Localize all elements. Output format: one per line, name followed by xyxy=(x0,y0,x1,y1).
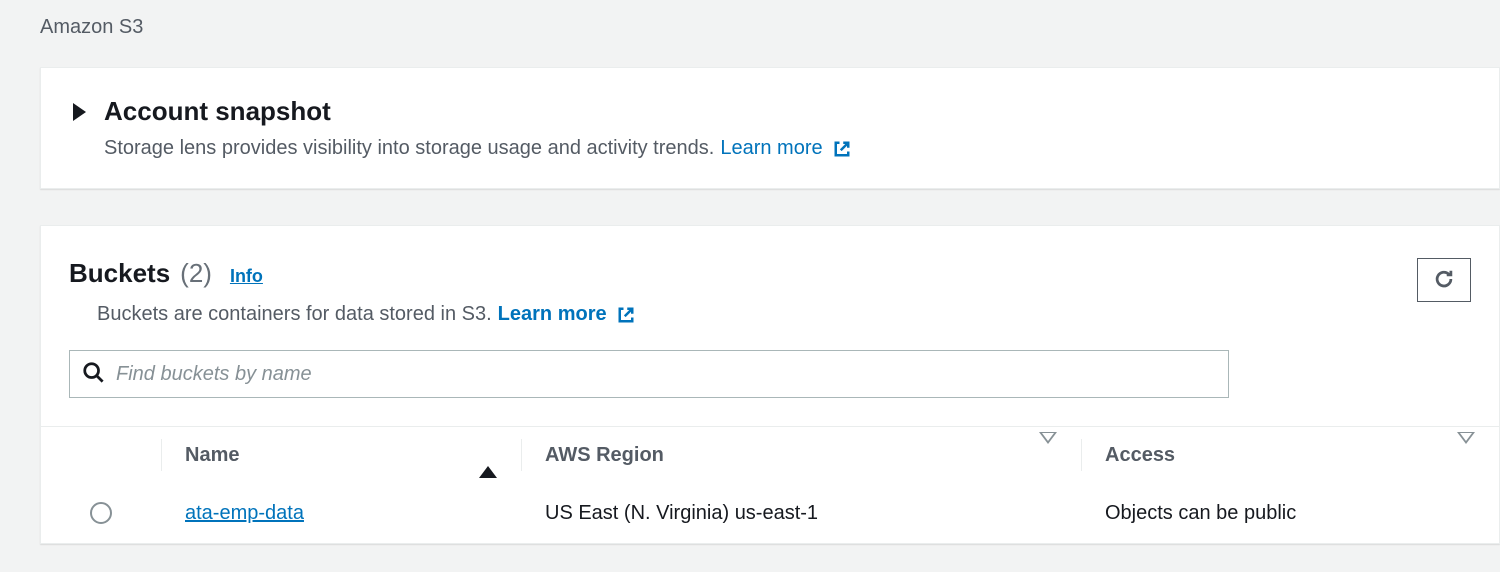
buckets-learn-more-link[interactable]: Learn more xyxy=(498,303,637,326)
bucket-name-link[interactable]: ata-emp-data xyxy=(185,502,304,524)
account-snapshot-subtitle: Storage lens provides visibility into st… xyxy=(104,137,714,160)
column-header-access[interactable]: Access xyxy=(1081,427,1499,483)
search-icon xyxy=(82,361,104,388)
snapshot-learn-more-link[interactable]: Learn more xyxy=(720,137,852,160)
account-snapshot-title: Account snapshot xyxy=(104,96,331,127)
buckets-description: Buckets are containers for data stored i… xyxy=(97,303,492,326)
refresh-icon xyxy=(1433,268,1455,293)
search-input[interactable] xyxy=(116,363,1216,386)
table-header-row: Name AWS Region Access xyxy=(41,427,1499,483)
table-row: ata-emp-data US East (N. Virginia) us-ea… xyxy=(41,483,1499,543)
breadcrumb[interactable]: Amazon S3 xyxy=(0,0,1500,39)
account-snapshot-panel: Account snapshot Storage lens provides v… xyxy=(40,67,1500,189)
column-header-name[interactable]: Name xyxy=(161,427,521,483)
account-snapshot-toggle[interactable]: Account snapshot xyxy=(73,96,1467,127)
column-header-region[interactable]: AWS Region xyxy=(521,427,1081,483)
buckets-panel: Buckets (2) Info Buckets are containers … xyxy=(40,225,1500,544)
sort-icon xyxy=(1457,444,1475,467)
external-link-icon xyxy=(616,305,636,325)
bucket-region: US East (N. Virginia) us-east-1 xyxy=(521,502,1081,525)
row-radio[interactable] xyxy=(90,502,112,524)
bucket-access: Objects can be public xyxy=(1081,502,1499,525)
buckets-info-link[interactable]: Info xyxy=(230,266,263,287)
search-box[interactable] xyxy=(69,350,1229,398)
sort-asc-icon xyxy=(479,444,497,467)
refresh-button[interactable] xyxy=(1417,258,1471,302)
sort-icon xyxy=(1039,444,1057,467)
buckets-table: Name AWS Region Access ata-emp-data US E… xyxy=(41,426,1499,543)
caret-right-icon xyxy=(73,103,86,121)
buckets-count: (2) xyxy=(180,258,212,289)
buckets-title: Buckets xyxy=(69,258,170,289)
external-link-icon xyxy=(832,139,852,159)
